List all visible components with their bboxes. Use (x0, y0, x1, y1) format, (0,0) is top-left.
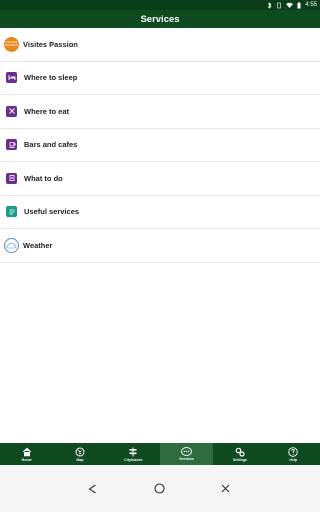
bottom-navigation: Home Map Cityhuides Services Settings He… (0, 443, 320, 465)
service-bars-and-cafes[interactable]: Bars and cafes (0, 129, 320, 162)
service-label: Weather (23, 240, 53, 250)
tab-services[interactable]: Services (159, 443, 214, 465)
close-button[interactable] (221, 465, 230, 512)
service-where-to-eat[interactable]: Where to eat (0, 95, 320, 129)
drink-icon (6, 139, 17, 151)
service-useful-services[interactable]: Useful services (0, 196, 320, 229)
tab-help[interactable]: Help (267, 443, 320, 465)
tab-settings[interactable]: Settings (213, 443, 266, 465)
tab-label: Map (76, 457, 84, 462)
visites-passion-logo: VISITES PASSION (4, 36, 19, 52)
vibrate-icon (277, 2, 282, 8)
wifi-icon (286, 2, 294, 8)
tab-label: Home (21, 457, 32, 462)
service-label: Where to sleep (24, 73, 78, 83)
close-icon (221, 484, 230, 493)
service-label: Visites Passion (23, 39, 78, 49)
tab-home[interactable]: Home (0, 443, 53, 465)
service-weather[interactable]: Weather (0, 229, 320, 263)
home-icon (22, 447, 31, 456)
tab-cityguides[interactable]: Cityhuides (107, 443, 160, 465)
cloud-icon (4, 237, 19, 253)
cutlery-icon (6, 105, 17, 117)
activity-icon (6, 172, 17, 184)
title-bar: Services (0, 10, 320, 28)
tab-label: Cityhuides (124, 457, 143, 462)
service-label: Bars and cafes (24, 140, 78, 150)
battery-icon (297, 1, 301, 8)
service-label: Where to eat (24, 106, 70, 116)
status-time: 4:55 (305, 2, 317, 8)
more-icon (181, 447, 193, 456)
bed-icon (6, 72, 17, 84)
service-where-to-sleep[interactable]: Where to sleep (0, 62, 320, 95)
back-button[interactable] (88, 465, 97, 512)
status-icons: 4:55 (267, 0, 317, 10)
back-icon (88, 484, 96, 493)
services-list: VISITES PASSION Visites Passion Where to… (0, 28, 320, 263)
service-visites-passion[interactable]: VISITES PASSION Visites Passion (0, 28, 320, 62)
home-nav-button[interactable] (154, 465, 165, 512)
page-title: Services (140, 13, 180, 25)
service-what-to-do[interactable]: What to do (0, 162, 320, 196)
circle-home-icon (154, 483, 165, 494)
globe-icon (75, 447, 85, 456)
service-label: What to do (24, 173, 63, 183)
info-icon (6, 206, 17, 218)
status-bar: 4:55 (0, 0, 320, 10)
tab-label: Services (179, 457, 195, 461)
help-icon (288, 446, 299, 457)
gears-icon (235, 447, 245, 457)
tab-map[interactable]: Map (53, 443, 106, 465)
tab-label: Settings (232, 457, 248, 462)
signpost-icon (129, 447, 138, 456)
system-navigation-bar (0, 465, 320, 512)
tab-label: Help (289, 457, 298, 462)
service-label: Useful services (24, 207, 80, 217)
bluetooth-icon (268, 1, 272, 9)
